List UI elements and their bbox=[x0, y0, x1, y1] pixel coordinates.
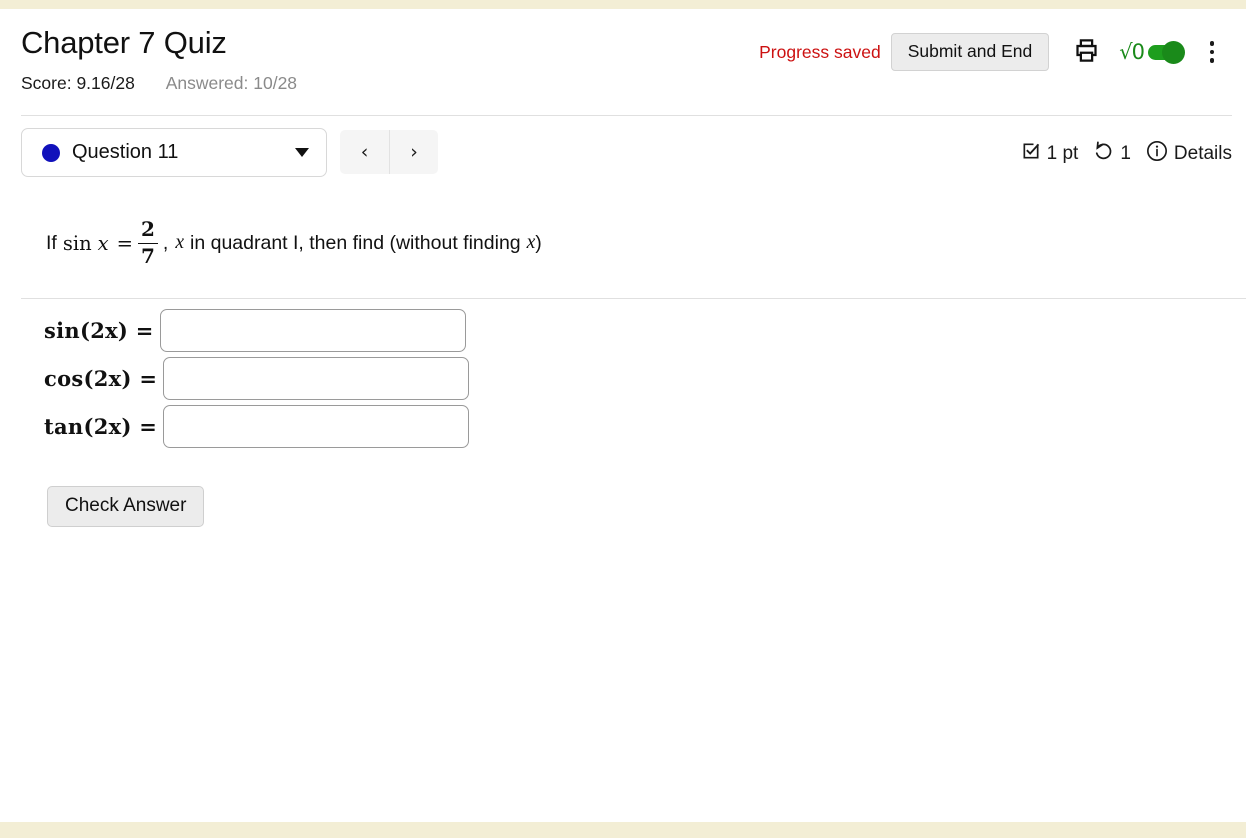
progress-status: Progress saved bbox=[759, 41, 881, 62]
problem-variable: x bbox=[97, 231, 109, 255]
score-label: Score: 9.16/28 bbox=[21, 73, 135, 93]
points-indicator: 1 pt bbox=[1021, 141, 1079, 167]
question-bar: Question 11 ‹ › 1 pt 1 Details bbox=[0, 124, 1246, 299]
answer-row: tan(2x) = bbox=[44, 405, 470, 448]
answer-row: sin(2x) = bbox=[44, 309, 469, 352]
answered-label: Answered: 10/28 bbox=[165, 73, 298, 93]
attempts-label: 1 bbox=[1120, 143, 1131, 164]
question-selector-label: Question 11 bbox=[72, 141, 179, 163]
question-nav-group: ‹ › bbox=[340, 130, 438, 174]
check-answer-button[interactable]: Check Answer bbox=[47, 486, 205, 527]
answer-input-tan[interactable] bbox=[163, 405, 470, 448]
answer-input-cos[interactable] bbox=[163, 357, 470, 400]
problem-fraction: 2 7 bbox=[138, 217, 158, 269]
toggle-knob bbox=[1162, 40, 1185, 64]
question-meta: 1 pt 1 Details bbox=[1021, 140, 1232, 168]
header-divider bbox=[21, 115, 1232, 116]
points-label: 1 pt bbox=[1046, 143, 1079, 164]
fraction-denominator: 7 bbox=[141, 244, 155, 269]
quiz-header: Chapter 7 Quiz Score: 9.16/28 Answered: … bbox=[0, 9, 1246, 116]
problem-middle-text: in quadrant I, then find (without findin… bbox=[190, 231, 521, 254]
next-question-button[interactable]: › bbox=[389, 130, 438, 174]
problem-function: sin bbox=[62, 231, 92, 255]
kebab-menu-icon bbox=[1209, 41, 1215, 63]
answer-label-sin: sin(2x) = bbox=[44, 318, 154, 343]
bottom-accent-strip bbox=[0, 822, 1246, 838]
details-label: Details bbox=[1173, 143, 1232, 164]
top-accent-strip bbox=[0, 0, 1246, 9]
quiz-page: Chapter 7 Quiz Score: 9.16/28 Answered: … bbox=[0, 9, 1246, 822]
retry-arrow-icon bbox=[1093, 141, 1114, 168]
submit-and-end-button[interactable]: Submit and End bbox=[890, 33, 1050, 71]
fraction-numerator: 2 bbox=[141, 217, 155, 241]
chevron-down-icon bbox=[295, 148, 309, 157]
problem-prefix: If bbox=[46, 231, 57, 254]
problem-trailing-variable: x bbox=[526, 232, 536, 254]
problem-equals: = bbox=[116, 231, 133, 255]
toggle-track bbox=[1148, 40, 1185, 64]
math-input-toggle[interactable]: √0 bbox=[1119, 39, 1185, 64]
page-title: Chapter 7 Quiz bbox=[21, 25, 227, 60]
answer-label-tan: tan(2x) = bbox=[44, 414, 158, 439]
overflow-menu-button[interactable] bbox=[1192, 31, 1232, 73]
print-button[interactable] bbox=[1063, 32, 1109, 72]
answer-label-cos: cos(2x) = bbox=[44, 366, 158, 391]
question-selector-dropdown[interactable]: Question 11 bbox=[21, 128, 327, 177]
problem-close-paren: ) bbox=[535, 231, 542, 254]
printer-icon bbox=[1073, 37, 1100, 67]
checkbox-check-icon bbox=[1021, 141, 1041, 167]
answer-section: sin(2x) = cos(2x) = tan(2x) = bbox=[44, 309, 470, 453]
sqrt-icon: √0 bbox=[1119, 39, 1145, 64]
question-bar-divider bbox=[21, 298, 1246, 299]
info-circle-icon bbox=[1146, 140, 1168, 168]
question-status-dot bbox=[42, 143, 60, 162]
problem-variable-2: x bbox=[175, 232, 184, 254]
answer-input-sin[interactable] bbox=[159, 309, 466, 352]
details-button[interactable]: Details bbox=[1146, 140, 1232, 168]
problem-comma: , bbox=[162, 231, 169, 254]
score-summary: Score: 9.16/28 Answered: 10/28 bbox=[21, 73, 297, 94]
header-actions: Progress saved Submit and End √0 bbox=[759, 31, 1232, 73]
problem-statement: If sin x = 2 7 , x in quadrant I, then f… bbox=[46, 217, 542, 269]
answer-row: cos(2x) = bbox=[44, 357, 470, 400]
previous-question-button[interactable]: ‹ bbox=[340, 130, 389, 174]
attempts-indicator: 1 bbox=[1093, 141, 1131, 168]
